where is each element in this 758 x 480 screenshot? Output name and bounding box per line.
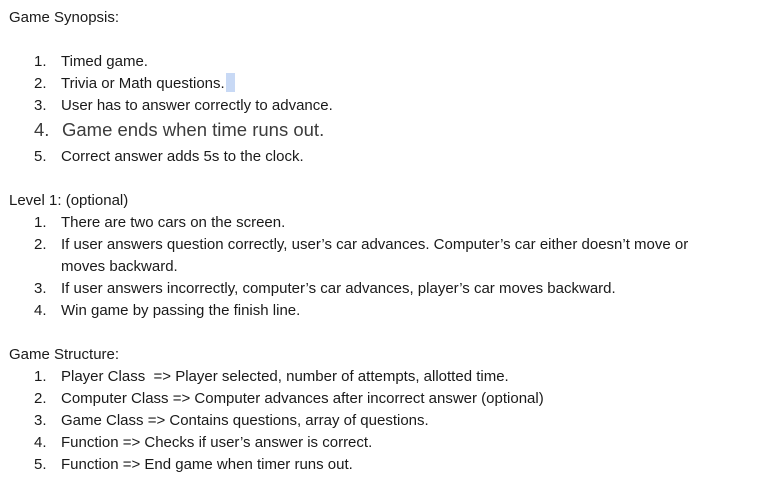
list-number: 4. bbox=[34, 119, 50, 140]
list-text[interactable]: Trivia or Math questions. bbox=[61, 73, 225, 95]
list-number: 4. bbox=[34, 434, 47, 451]
level1-heading: Level 1: (optional) bbox=[9, 192, 129, 209]
list-number: 5. bbox=[34, 148, 47, 165]
list-number: 3. bbox=[34, 97, 47, 114]
list-number: 1. bbox=[34, 53, 47, 70]
structure-item-1: 1. Player Class => Player selected, numbe… bbox=[34, 366, 509, 388]
level1-item-3: 3. If user answers incorrectly, computer’… bbox=[34, 278, 616, 300]
list-number: 2. bbox=[34, 390, 47, 407]
list-number: 2. bbox=[34, 75, 47, 92]
list-text[interactable]: Function => End game when timer runs out… bbox=[61, 454, 353, 476]
text-selection-caret bbox=[225, 73, 235, 92]
list-text[interactable]: Player Class => Player selected, number … bbox=[61, 366, 509, 388]
document-body: Game Synopsis: 1. Timed game. 2. Trivia or… bbox=[0, 0, 758, 480]
list-text[interactable]: Game ends when time runs out. bbox=[62, 119, 324, 141]
structure-heading: Game Structure: bbox=[9, 346, 120, 363]
list-text[interactable]: There are two cars on the screen. bbox=[61, 212, 285, 234]
list-text[interactable]: Timed game. bbox=[61, 51, 148, 73]
list-text[interactable]: Correct answer adds 5s to the clock. bbox=[61, 146, 304, 168]
list-number: 2. bbox=[34, 236, 47, 253]
level1-item-1: 1. There are two cars on the screen. bbox=[34, 212, 285, 234]
list-text[interactable]: If user answers question correctly, user… bbox=[61, 234, 701, 278]
synopsis-heading: Game Synopsis: bbox=[9, 9, 120, 26]
synopsis-item-4: 4. Game ends when time runs out. bbox=[34, 119, 324, 141]
structure-item-2: 2. Computer Class => Computer advances af… bbox=[34, 388, 544, 410]
list-text[interactable]: User has to answer correctly to advance. bbox=[61, 95, 333, 117]
list-text[interactable]: Computer Class => Computer advances afte… bbox=[61, 388, 544, 410]
list-text[interactable]: Function => Checks if user’s answer is c… bbox=[61, 432, 372, 454]
synopsis-item-5: 5. Correct answer adds 5s to the clock. bbox=[34, 146, 304, 168]
list-number: 3. bbox=[34, 412, 47, 429]
list-number: 1. bbox=[34, 368, 47, 385]
synopsis-item-2: 2. Trivia or Math questions. bbox=[34, 73, 235, 95]
synopsis-item-3: 3. User has to answer correctly to advanc… bbox=[34, 95, 333, 117]
list-number: 4. bbox=[34, 302, 47, 319]
level1-item-2: 2. If user answers question correctly, us… bbox=[34, 234, 701, 278]
list-text[interactable]: Game Class => Contains questions, array … bbox=[61, 410, 429, 432]
level1-item-4: 4. Win game by passing the finish line. bbox=[34, 300, 300, 322]
list-text[interactable]: If user answers incorrectly, computer’s … bbox=[61, 278, 616, 300]
list-number: 3. bbox=[34, 280, 47, 297]
synopsis-item-1: 1. Timed game. bbox=[34, 51, 148, 73]
list-number: 5. bbox=[34, 456, 47, 473]
structure-item-4: 4. Function => Checks if user’s answer is… bbox=[34, 432, 372, 454]
structure-item-5: 5. Function => End game when timer runs o… bbox=[34, 454, 353, 476]
structure-item-3: 3. Game Class => Contains questions, arra… bbox=[34, 410, 429, 432]
list-text[interactable]: Win game by passing the finish line. bbox=[61, 300, 300, 322]
list-number: 1. bbox=[34, 214, 47, 231]
